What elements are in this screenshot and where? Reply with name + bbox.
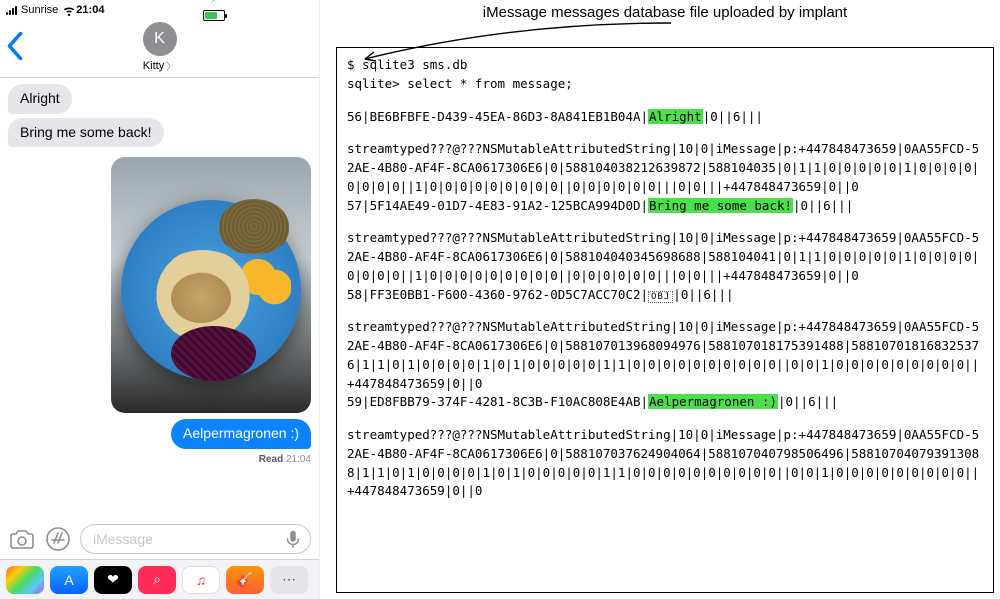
charging-icon: ⚡︎ — [210, 0, 218, 6]
clock-label: 21:04 — [76, 4, 104, 16]
conversation-header: K Kitty 〉 — [0, 18, 319, 78]
imessage-screenshot: Sunrise 21:04 ⚡︎ K Kitty 〉 Alright — [0, 0, 320, 599]
analysis-panel: iMessage messages database file uploaded… — [320, 0, 1000, 599]
appstore-app-icon[interactable]: A — [50, 566, 88, 594]
microphone-icon[interactable] — [282, 528, 304, 550]
camera-icon[interactable] — [8, 525, 36, 553]
outgoing-image-message[interactable] — [111, 157, 311, 413]
figure-caption: iMessage messages database file uploaded… — [336, 0, 994, 23]
music-app-icon[interactable]: ♫ — [182, 566, 220, 594]
appstore-icon[interactable] — [44, 525, 72, 553]
ios-status-bar: Sunrise 21:04 ⚡︎ — [0, 0, 319, 18]
garageband-app-icon[interactable]: 🎸 — [226, 566, 264, 594]
heart-app-icon[interactable]: ❤ — [94, 566, 132, 594]
signal-icon — [6, 6, 17, 15]
read-receipt: Read 21:04 — [259, 454, 311, 465]
incoming-message[interactable]: Alright — [8, 84, 72, 114]
more-apps-icon[interactable]: ⋯ — [270, 566, 308, 594]
outgoing-message[interactable]: Aelpermagronen :) — [171, 419, 311, 449]
message-placeholder: iMessage — [93, 531, 153, 547]
back-button[interactable] — [6, 32, 24, 65]
sqlite-terminal: $ sqlite3 sms.dbsqlite> select * from me… — [336, 47, 994, 593]
message-composer: iMessage — [0, 519, 319, 559]
message-input[interactable]: iMessage — [80, 524, 311, 554]
search-app-icon[interactable]: ⌕ — [138, 566, 176, 594]
imessage-app-drawer: A❤⌕♫🎸⋯ — [0, 559, 319, 599]
contact-name-label: Kitty — [143, 60, 164, 72]
wifi-icon — [62, 5, 76, 15]
chevron-right-icon: 〉 — [166, 58, 176, 73]
message-thread: Alright Bring me some back! Aelpermagron… — [0, 78, 319, 519]
carrier-label: Sunrise — [21, 4, 58, 16]
contact-name-button[interactable]: Kitty 〉 — [143, 58, 176, 73]
incoming-message[interactable]: Bring me some back! — [8, 118, 164, 148]
contact-avatar[interactable]: K — [143, 22, 177, 56]
photos-app-icon[interactable] — [6, 566, 44, 594]
